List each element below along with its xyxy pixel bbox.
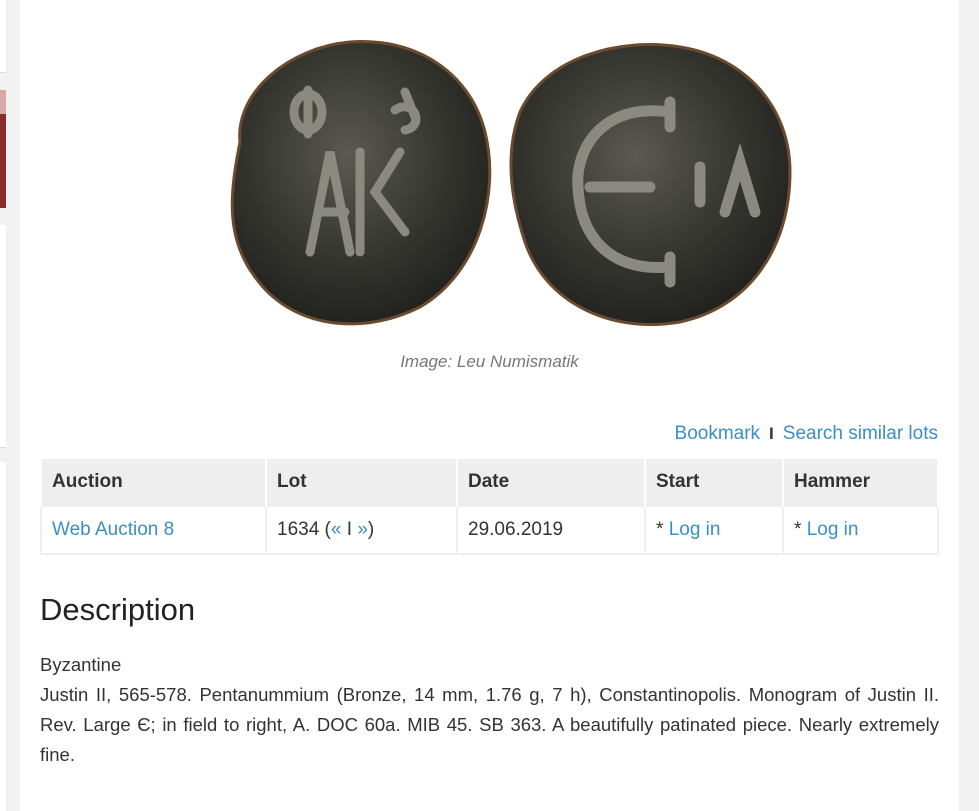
hammer-prefix: * — [794, 519, 802, 540]
sidebar-fragment — [0, 0, 6, 73]
start-prefix: * — [656, 519, 664, 540]
column-header-date: Date — [456, 457, 646, 506]
lot-nav-separator: I — [346, 519, 353, 540]
lot-number: 1634 — [277, 519, 320, 540]
table-row: Web Auction 8 1634 (« I ») 29.06.2019 * … — [40, 505, 939, 555]
lot-detail-panel: Image: Leu Numismatik Bookmark I Search si… — [20, 0, 959, 811]
description-body: Byzantine Justin II, 565-578. Pentanummi… — [40, 650, 939, 770]
description-heading: Description — [40, 592, 196, 627]
description-text: Justin II, 565-578. Pentanummium (Bronze… — [40, 684, 939, 765]
lot-actions: Bookmark I Search similar lots — [675, 423, 938, 445]
start-login-link[interactable]: Log in — [669, 519, 721, 540]
bookmark-link[interactable]: Bookmark — [675, 423, 761, 444]
column-header-lot: Lot — [265, 457, 458, 506]
sidebar-fragment — [0, 225, 6, 448]
search-similar-lots-link[interactable]: Search similar lots — [783, 423, 938, 444]
coin-reverse — [509, 43, 792, 326]
sidebar-fragment-highlight — [0, 90, 6, 114]
column-header-hammer: Hammer — [782, 457, 939, 506]
image-caption: Image: Leu Numismatik — [400, 352, 579, 371]
lot-cell: 1634 (« I ») — [265, 505, 458, 555]
next-lot-link[interactable]: » — [357, 519, 368, 540]
lot-info-table: Auction Lot Date Start Hammer Web Auctio… — [40, 457, 939, 555]
start-cell: * Log in — [644, 505, 784, 555]
coin-obverse — [230, 40, 492, 326]
left-sidebar-edge — [0, 0, 6, 811]
auction-cell: Web Auction 8 — [40, 505, 267, 555]
table-header-row: Auction Lot Date Start Hammer — [40, 457, 939, 506]
sidebar-fragment-active[interactable] — [0, 114, 6, 208]
description-category: Byzantine — [40, 654, 122, 675]
date-cell: 29.06.2019 — [456, 505, 646, 555]
auction-link[interactable]: Web Auction 8 — [52, 519, 174, 540]
sidebar-fragment — [0, 462, 6, 811]
coin-image[interactable] — [200, 32, 800, 342]
hammer-login-link[interactable]: Log in — [807, 519, 859, 540]
action-separator: I — [769, 424, 774, 443]
column-header-auction: Auction — [40, 457, 267, 506]
previous-lot-link[interactable]: « — [331, 519, 342, 540]
hammer-cell: * Log in — [782, 505, 939, 555]
column-header-start: Start — [644, 457, 784, 506]
